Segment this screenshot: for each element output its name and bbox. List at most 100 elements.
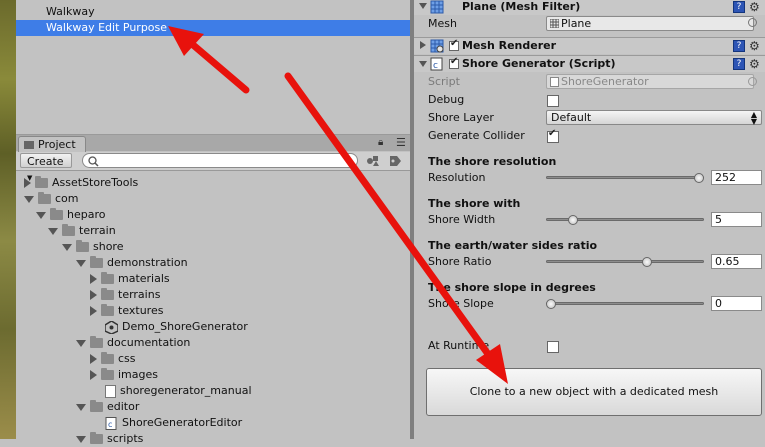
- gear-icon[interactable]: ⚙: [749, 40, 760, 52]
- mesh-object-field[interactable]: Plane: [546, 16, 754, 31]
- mesh-renderer-enabled-checkbox[interactable]: [449, 38, 459, 51]
- expanded-triangle-icon[interactable]: [76, 403, 86, 411]
- resolution-input[interactable]: 252: [711, 170, 762, 185]
- shore-layer-dropdown[interactable]: Default ▲ ▼: [546, 110, 762, 126]
- collapsed-triangle-icon[interactable]: [90, 290, 97, 300]
- at-runtime-checkbox[interactable]: [547, 341, 559, 353]
- filter-by-label-icon[interactable]: [386, 153, 404, 168]
- resolution-slider-track[interactable]: [546, 176, 704, 179]
- folder-icon: [90, 336, 103, 348]
- tree-item-label: Demo_ShoreGenerator: [122, 320, 248, 333]
- at-runtime-label: At Runtime: [428, 339, 490, 352]
- mesh-renderer-header[interactable]: Mesh Renderer ? ⚙: [414, 37, 765, 54]
- expanded-triangle-icon[interactable]: [76, 435, 86, 443]
- shore-width-input[interactable]: 5: [711, 212, 762, 227]
- expanded-triangle-icon[interactable]: [36, 211, 46, 219]
- help-icon[interactable]: ?: [733, 58, 745, 70]
- tree-item-documentation[interactable]: documentation: [76, 335, 190, 351]
- folder-icon: [50, 208, 63, 220]
- shore-ratio-heading: The earth/water sides ratio: [428, 239, 598, 252]
- folder-icon: [101, 368, 114, 380]
- tree-item-textures[interactable]: textures: [90, 303, 163, 319]
- folder-icon: [90, 400, 103, 412]
- object-picker-icon[interactable]: [748, 18, 757, 27]
- shore-ratio-input[interactable]: 0.65: [711, 254, 762, 269]
- expanded-triangle-icon[interactable]: [76, 259, 86, 267]
- shore-slope-slider-thumb[interactable]: [546, 299, 556, 309]
- tree-item-com[interactable]: com: [24, 191, 79, 207]
- expanded-triangle-icon[interactable]: [48, 227, 58, 235]
- create-dropdown[interactable]: Create ▼: [20, 153, 72, 182]
- folder-icon: [101, 288, 114, 300]
- shore-slope-slider-track[interactable]: [546, 302, 704, 305]
- search-icon: [88, 156, 99, 167]
- folder-icon: [62, 224, 75, 236]
- shore-ratio-slider-thumb[interactable]: [642, 257, 653, 267]
- debug-checkbox[interactable]: [547, 95, 559, 107]
- collapsed-triangle-icon[interactable]: [90, 354, 97, 364]
- tree-item-terrains[interactable]: terrains: [90, 287, 160, 303]
- shore-layer-value: Default: [551, 111, 592, 124]
- tree-item-scripts[interactable]: scripts: [76, 431, 143, 447]
- collapsed-triangle-icon[interactable]: [90, 370, 97, 380]
- resolution-slider-thumb[interactable]: [694, 173, 704, 183]
- project-tab-bar: Project 🔒︎ ☰: [16, 135, 410, 152]
- project-panel: Project 🔒︎ ☰ Create ▼ AssetStoreTools com…: [16, 134, 410, 445]
- tree-item-label: heparo: [67, 208, 106, 221]
- expanded-triangle-icon[interactable]: [62, 243, 72, 251]
- generate-collider-checkbox[interactable]: [547, 128, 559, 143]
- mesh-filter-header[interactable]: Plane (Mesh Filter) ? ⚙: [414, 0, 765, 15]
- tree-item-label: com: [55, 192, 79, 205]
- help-icon[interactable]: ?: [733, 40, 745, 52]
- gear-icon[interactable]: ⚙: [749, 58, 760, 70]
- tree-item-shoregeneratoreditor[interactable]: c ShoreGeneratorEditor: [90, 415, 242, 431]
- clone-to-new-object-button[interactable]: Clone to a new object with a dedicated m…: [426, 368, 762, 416]
- tree-item-terrain[interactable]: terrain: [48, 223, 116, 239]
- tree-item-css[interactable]: css: [90, 351, 136, 367]
- expanded-triangle-icon[interactable]: [76, 339, 86, 347]
- tree-item-shoregenerator-manual[interactable]: shoregenerator_manual: [90, 383, 252, 399]
- inspector-panel: Plane (Mesh Filter) ? ⚙ Mesh Plane Mesh …: [414, 0, 765, 439]
- tree-item-heparo[interactable]: heparo: [36, 207, 105, 223]
- script-file-icon: [550, 77, 559, 87]
- shore-slope-input[interactable]: 0: [711, 296, 762, 311]
- hierarchy-item-walkway-edit-purpose[interactable]: Walkway Edit Purpose: [16, 20, 410, 36]
- scene-view-edge: [0, 0, 16, 439]
- help-icon[interactable]: ?: [733, 1, 745, 13]
- tree-item-editor[interactable]: editor: [76, 399, 139, 415]
- shore-generator-header[interactable]: c Shore Generator (Script) ? ⚙: [414, 55, 765, 72]
- collapse-triangle-icon: [419, 61, 427, 67]
- folder-icon: [90, 432, 103, 444]
- shore-ratio-slider-track[interactable]: [546, 260, 704, 263]
- gear-icon[interactable]: ⚙: [749, 1, 760, 13]
- tree-item-demonstration[interactable]: demonstration: [76, 255, 188, 271]
- shore-generator-enabled-checkbox[interactable]: [449, 56, 459, 69]
- mesh-value: Plane: [561, 17, 592, 30]
- mesh-renderer-title: Mesh Renderer: [462, 39, 557, 52]
- mesh-filter-title: Plane (Mesh Filter): [462, 0, 581, 13]
- expanded-triangle-icon[interactable]: [24, 195, 34, 203]
- tab-project[interactable]: Project: [18, 136, 86, 152]
- script-icon: c: [105, 416, 118, 430]
- hierarchy-item-walkway[interactable]: Walkway: [16, 4, 410, 20]
- tree-item-shore[interactable]: shore: [62, 239, 123, 255]
- search-input[interactable]: [82, 153, 358, 168]
- tree-item-label: AssetStoreTools: [52, 176, 139, 189]
- shore-slope-heading: The shore slope in degrees: [428, 281, 596, 294]
- script-label: Script: [428, 75, 460, 88]
- collapsed-triangle-icon[interactable]: [90, 306, 97, 316]
- mesh-label: Mesh: [428, 17, 457, 30]
- lock-icon[interactable]: 🔒︎: [378, 137, 383, 148]
- folder-icon: [35, 176, 48, 188]
- shore-width-slider-thumb[interactable]: [568, 215, 579, 225]
- collapsed-triangle-icon[interactable]: [24, 178, 31, 188]
- create-label: Create: [27, 155, 64, 168]
- tree-item-assetstoretools[interactable]: AssetStoreTools: [24, 175, 138, 191]
- panel-menu-icon[interactable]: ☰: [396, 136, 406, 149]
- tree-item-demo-shoregenerator[interactable]: Demo_ShoreGenerator: [90, 319, 248, 335]
- tree-item-materials[interactable]: materials: [90, 271, 170, 287]
- document-icon: [105, 384, 116, 398]
- tree-item-images[interactable]: images: [90, 367, 158, 383]
- filter-by-type-icon[interactable]: [364, 153, 382, 168]
- collapsed-triangle-icon[interactable]: [90, 274, 97, 284]
